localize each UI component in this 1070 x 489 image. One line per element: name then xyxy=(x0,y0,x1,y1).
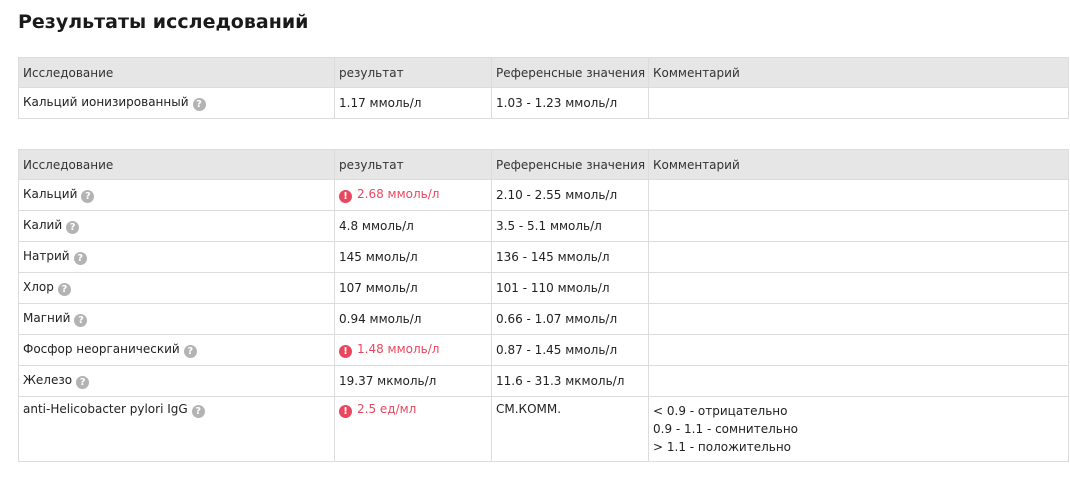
comment-cell xyxy=(648,272,1069,304)
table-row: Калий? 4.8 ммоль/л 3.5 - 5.1 ммоль/л xyxy=(18,210,1069,242)
reference-cell: 0.87 - 1.45 ммоль/л xyxy=(491,334,649,366)
table-header-row: Исследование результат Референсные значе… xyxy=(18,57,1069,88)
test-name-cell: Калий? xyxy=(18,210,335,242)
test-name: Натрий xyxy=(23,249,70,263)
column-header-comment: Комментарий xyxy=(648,149,1069,180)
question-circle-icon[interactable]: ? xyxy=(66,221,80,234)
reference-cell: 136 - 145 ммоль/л xyxy=(491,241,649,273)
test-name-cell: Хлор? xyxy=(18,272,335,304)
comment-line: < 0.9 - отрицательно xyxy=(653,404,788,418)
comment-cell xyxy=(648,365,1069,397)
test-name: Кальций xyxy=(23,187,78,201)
result-cell: ! 2.68 ммоль/л xyxy=(334,179,492,211)
reference-cell: 3.5 - 5.1 ммоль/л xyxy=(491,210,649,242)
column-header-result: результат xyxy=(334,57,492,88)
question-circle-icon[interactable]: ? xyxy=(74,314,88,327)
column-header-result: результат xyxy=(334,149,492,180)
result-value: 1.17 ммоль/л xyxy=(339,96,422,110)
exclamation-circle-icon: ! xyxy=(339,345,352,358)
table-row: anti-Helicobacter pylori IgG? ! 2.5 ед/мл… xyxy=(18,396,1069,462)
result-cell: 19.37 мкмоль/л xyxy=(334,365,492,397)
table-row: Железо? 19.37 мкмоль/л 11.6 - 31.3 мкмол… xyxy=(18,365,1069,397)
comment-cell xyxy=(648,87,1069,119)
result-value: 107 ммоль/л xyxy=(339,281,418,295)
results-table-ionized-calcium: Исследование результат Референсные значе… xyxy=(18,57,1069,119)
comment-line: > 1.1 - положительно xyxy=(653,440,792,454)
question-circle-icon[interactable]: ? xyxy=(57,283,71,296)
test-name-cell: Фосфор неорганический? xyxy=(18,334,335,366)
test-name-cell: Железо? xyxy=(18,365,335,397)
comment-cell xyxy=(648,210,1069,242)
result-cell: 0.94 ммоль/л xyxy=(334,303,492,335)
question-circle-icon[interactable]: ? xyxy=(73,252,87,265)
exclamation-circle-icon: ! xyxy=(339,405,352,418)
result-cell: 4.8 ммоль/л xyxy=(334,210,492,242)
column-header-test: Исследование xyxy=(18,149,335,180)
comment-cell xyxy=(648,334,1069,366)
column-header-reference: Референсные значения xyxy=(491,149,649,180)
comment-cell xyxy=(648,179,1069,211)
test-name: anti-Helicobacter pylori IgG xyxy=(23,402,188,416)
test-name: Кальций ионизированный xyxy=(23,95,189,109)
table-row: Кальций? ! 2.68 ммоль/л 2.10 - 2.55 ммоль… xyxy=(18,179,1069,211)
result-value-abnormal: 1.48 ммоль/л xyxy=(357,342,440,356)
result-value: 4.8 ммоль/л xyxy=(339,219,414,233)
page-title: Результаты исследований xyxy=(18,11,309,33)
test-name: Хлор xyxy=(23,280,54,294)
test-name: Железо xyxy=(23,373,73,387)
reference-cell: 1.03 - 1.23 ммоль/л xyxy=(491,87,649,119)
test-name: Фосфор неорганический xyxy=(23,342,180,356)
comment-line: 0.9 - 1.1 - сомнительно xyxy=(653,422,799,436)
reference-cell: 0.66 - 1.07 ммоль/л xyxy=(491,303,649,335)
table-header-row: Исследование результат Референсные значе… xyxy=(18,149,1069,180)
test-name-cell: Кальций ионизированный? xyxy=(18,87,335,119)
column-header-comment: Комментарий xyxy=(648,57,1069,88)
result-cell: ! 2.5 ед/мл xyxy=(334,396,492,462)
result-value: 145 ммоль/л xyxy=(339,250,418,264)
comment-cell xyxy=(648,241,1069,273)
test-name: Калий xyxy=(23,218,63,232)
column-header-test: Исследование xyxy=(18,57,335,88)
question-circle-icon[interactable]: ? xyxy=(183,345,197,358)
table-row: Кальций ионизированный? 1.17 ммоль/л 1.0… xyxy=(18,87,1069,119)
comment-cell: < 0.9 - отрицательно 0.9 - 1.1 - сомните… xyxy=(648,396,1069,462)
reference-cell: СМ.КОММ. xyxy=(491,396,649,462)
reference-cell: 101 - 110 ммоль/л xyxy=(491,272,649,304)
result-cell: ! 1.48 ммоль/л xyxy=(334,334,492,366)
test-name-cell: Натрий? xyxy=(18,241,335,273)
table-row: Фосфор неорганический? ! 1.48 ммоль/л 0.8… xyxy=(18,334,1069,366)
exclamation-circle-icon: ! xyxy=(339,190,352,203)
result-value: 19.37 мкмоль/л xyxy=(339,374,437,388)
result-cell: 145 ммоль/л xyxy=(334,241,492,273)
column-header-reference: Референсные значения xyxy=(491,57,649,88)
question-circle-icon[interactable]: ? xyxy=(191,405,205,418)
test-name-cell: Кальций? xyxy=(18,179,335,211)
reference-cell: 2.10 - 2.55 ммоль/л xyxy=(491,179,649,211)
result-value-abnormal: 2.5 ед/мл xyxy=(357,402,417,416)
question-circle-icon[interactable]: ? xyxy=(192,98,206,111)
reference-cell: 11.6 - 31.3 мкмоль/л xyxy=(491,365,649,397)
table-row: Хлор? 107 ммоль/л 101 - 110 ммоль/л xyxy=(18,272,1069,304)
result-cell: 107 ммоль/л xyxy=(334,272,492,304)
test-name: Магний xyxy=(23,311,71,325)
result-cell: 1.17 ммоль/л xyxy=(334,87,492,119)
question-circle-icon[interactable]: ? xyxy=(81,190,95,203)
table-row: Магний? 0.94 ммоль/л 0.66 - 1.07 ммоль/л xyxy=(18,303,1069,335)
results-table-electrolytes: Исследование результат Референсные значе… xyxy=(18,149,1069,462)
test-name-cell: anti-Helicobacter pylori IgG? xyxy=(18,396,335,462)
question-circle-icon[interactable]: ? xyxy=(76,376,90,389)
table-row: Натрий? 145 ммоль/л 136 - 145 ммоль/л xyxy=(18,241,1069,273)
result-value: 0.94 ммоль/л xyxy=(339,312,422,326)
result-value-abnormal: 2.68 ммоль/л xyxy=(357,187,440,201)
test-name-cell: Магний? xyxy=(18,303,335,335)
comment-cell xyxy=(648,303,1069,335)
